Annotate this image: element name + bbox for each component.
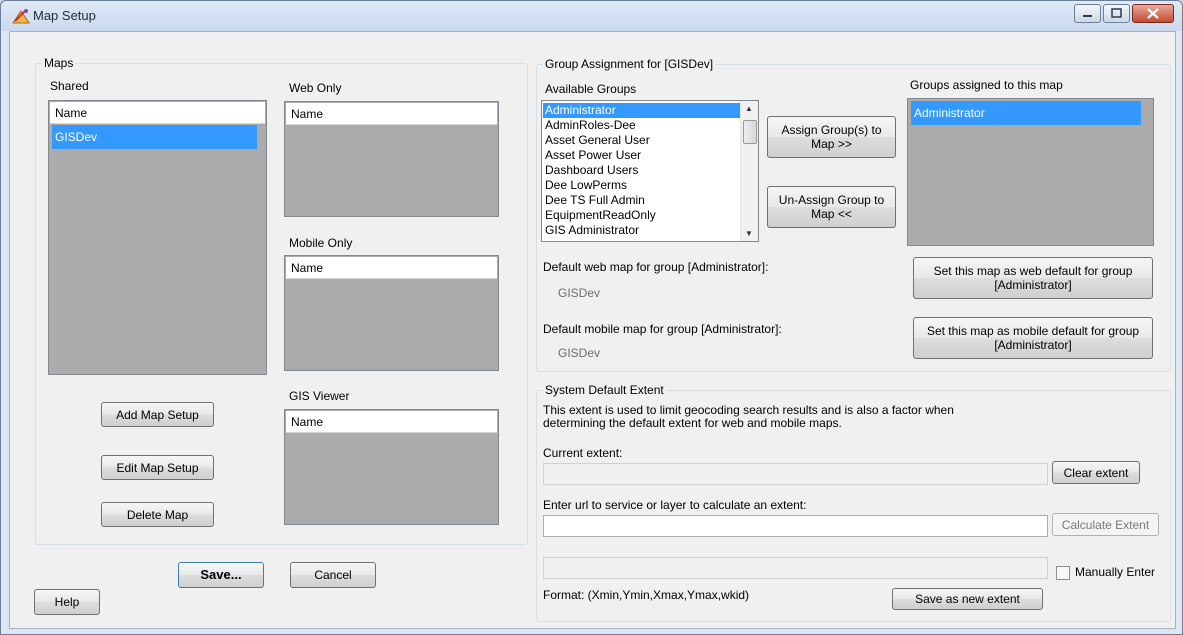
default-web-map-label: Default web map for group [Administrator… xyxy=(543,260,769,274)
shared-label: Shared xyxy=(50,79,89,93)
web-only-label: Web Only xyxy=(289,81,342,95)
manually-enter-label[interactable]: Manually Enter xyxy=(1075,565,1155,579)
list-item[interactable]: Dashboard Users xyxy=(543,163,740,178)
scroll-thumb[interactable] xyxy=(743,120,757,144)
title-bar[interactable]: Map Setup xyxy=(1,1,1182,31)
scroll-down-icon[interactable]: ▼ xyxy=(745,229,753,238)
list-item[interactable]: EquipmentReadOnly xyxy=(543,208,740,223)
assigned-groups-list[interactable]: Administrator xyxy=(907,98,1154,246)
current-extent-label: Current extent: xyxy=(543,446,623,460)
save-button[interactable]: Save... xyxy=(178,562,264,588)
available-groups-list[interactable]: Administrator AdminRoles-Dee Asset General… xyxy=(541,100,759,242)
maps-group-title: Maps xyxy=(42,56,76,70)
list-item[interactable]: GISDev xyxy=(52,125,257,149)
clear-extent-button[interactable]: Clear extent xyxy=(1052,461,1140,484)
list-item[interactable]: AdminRoles-Dee xyxy=(543,118,740,133)
window-controls xyxy=(1072,4,1174,24)
map-setup-window: Map Setup Maps Shared Name GISDev Web On… xyxy=(0,0,1183,635)
close-icon xyxy=(1147,8,1159,19)
minimize-button[interactable] xyxy=(1074,4,1101,23)
add-map-setup-button[interactable]: Add Map Setup xyxy=(101,402,214,427)
service-url-input[interactable] xyxy=(543,515,1048,537)
shared-name-column-header[interactable]: Name xyxy=(50,102,265,124)
minimize-icon xyxy=(1083,15,1092,17)
list-item[interactable]: Asset General User xyxy=(543,133,740,148)
mobile-only-name-column-header[interactable]: Name xyxy=(286,257,497,279)
system-default-extent-title: System Default Extent xyxy=(543,383,666,397)
help-button[interactable]: Help xyxy=(34,589,100,615)
default-web-map-value: GISDev xyxy=(558,286,601,300)
list-item[interactable]: GIS Administrator xyxy=(543,223,740,238)
list-item[interactable]: Dee LowPerms xyxy=(543,178,740,193)
edit-map-setup-button[interactable]: Edit Map Setup xyxy=(101,455,214,480)
mobile-only-label: Mobile Only xyxy=(289,236,353,250)
default-mobile-map-label: Default mobile map for group [Administra… xyxy=(543,322,782,336)
map-setup-app-icon xyxy=(12,9,30,24)
gis-viewer-map-list[interactable]: Name xyxy=(284,409,499,525)
client-area: Maps Shared Name GISDev Web Only Name Mo… xyxy=(9,31,1176,629)
assigned-groups-label: Groups assigned to this map xyxy=(910,78,1063,92)
unassign-group-button[interactable]: Un-Assign Group to Map << xyxy=(767,186,896,228)
set-mobile-default-button[interactable]: Set this map as mobile default for group… xyxy=(913,317,1153,359)
default-mobile-map-value: GISDev xyxy=(558,346,601,360)
web-only-map-list[interactable]: Name xyxy=(284,101,499,217)
save-new-extent-button[interactable]: Save as new extent xyxy=(892,588,1043,610)
list-item[interactable]: Asset Power User xyxy=(543,148,740,163)
assign-groups-button[interactable]: Assign Group(s) to Map >> xyxy=(767,116,896,158)
list-item[interactable]: Dee TS Full Admin xyxy=(543,193,740,208)
group-assignment-title: Group Assignment for [GISDev] xyxy=(543,57,716,71)
maximize-button[interactable] xyxy=(1103,4,1130,23)
service-url-label: Enter url to service or layer to calcula… xyxy=(543,498,807,512)
close-button[interactable] xyxy=(1132,4,1174,23)
list-item[interactable]: Administrator xyxy=(911,101,1141,125)
calculate-extent-button[interactable]: Calculate Extent xyxy=(1052,513,1159,536)
manually-enter-checkbox[interactable] xyxy=(1056,566,1070,580)
maximize-icon xyxy=(1111,8,1122,18)
list-item[interactable]: Administrator xyxy=(543,103,740,118)
current-extent-field xyxy=(543,463,1048,485)
mobile-only-map-list[interactable]: Name xyxy=(284,255,499,371)
manual-extent-field[interactable] xyxy=(543,557,1048,579)
format-label: Format: (Xmin,Ymin,Xmax,Ymax,wkid) xyxy=(543,588,750,602)
gis-viewer-label: GIS Viewer xyxy=(289,389,350,403)
web-only-name-column-header[interactable]: Name xyxy=(286,103,497,125)
extent-description: This extent is used to limit geocoding s… xyxy=(543,403,954,430)
shared-map-list[interactable]: Name GISDev xyxy=(48,100,267,375)
available-groups-label: Available Groups xyxy=(545,82,637,96)
gis-viewer-name-column-header[interactable]: Name xyxy=(286,411,497,433)
delete-map-button[interactable]: Delete Map xyxy=(101,502,214,527)
scroll-up-icon[interactable]: ▲ xyxy=(745,104,753,113)
available-groups-scrollbar[interactable]: ▲ ▼ xyxy=(740,101,758,241)
set-web-default-button[interactable]: Set this map as web default for group [A… xyxy=(913,257,1153,299)
cancel-button[interactable]: Cancel xyxy=(290,562,376,588)
window-title: Map Setup xyxy=(33,8,96,23)
